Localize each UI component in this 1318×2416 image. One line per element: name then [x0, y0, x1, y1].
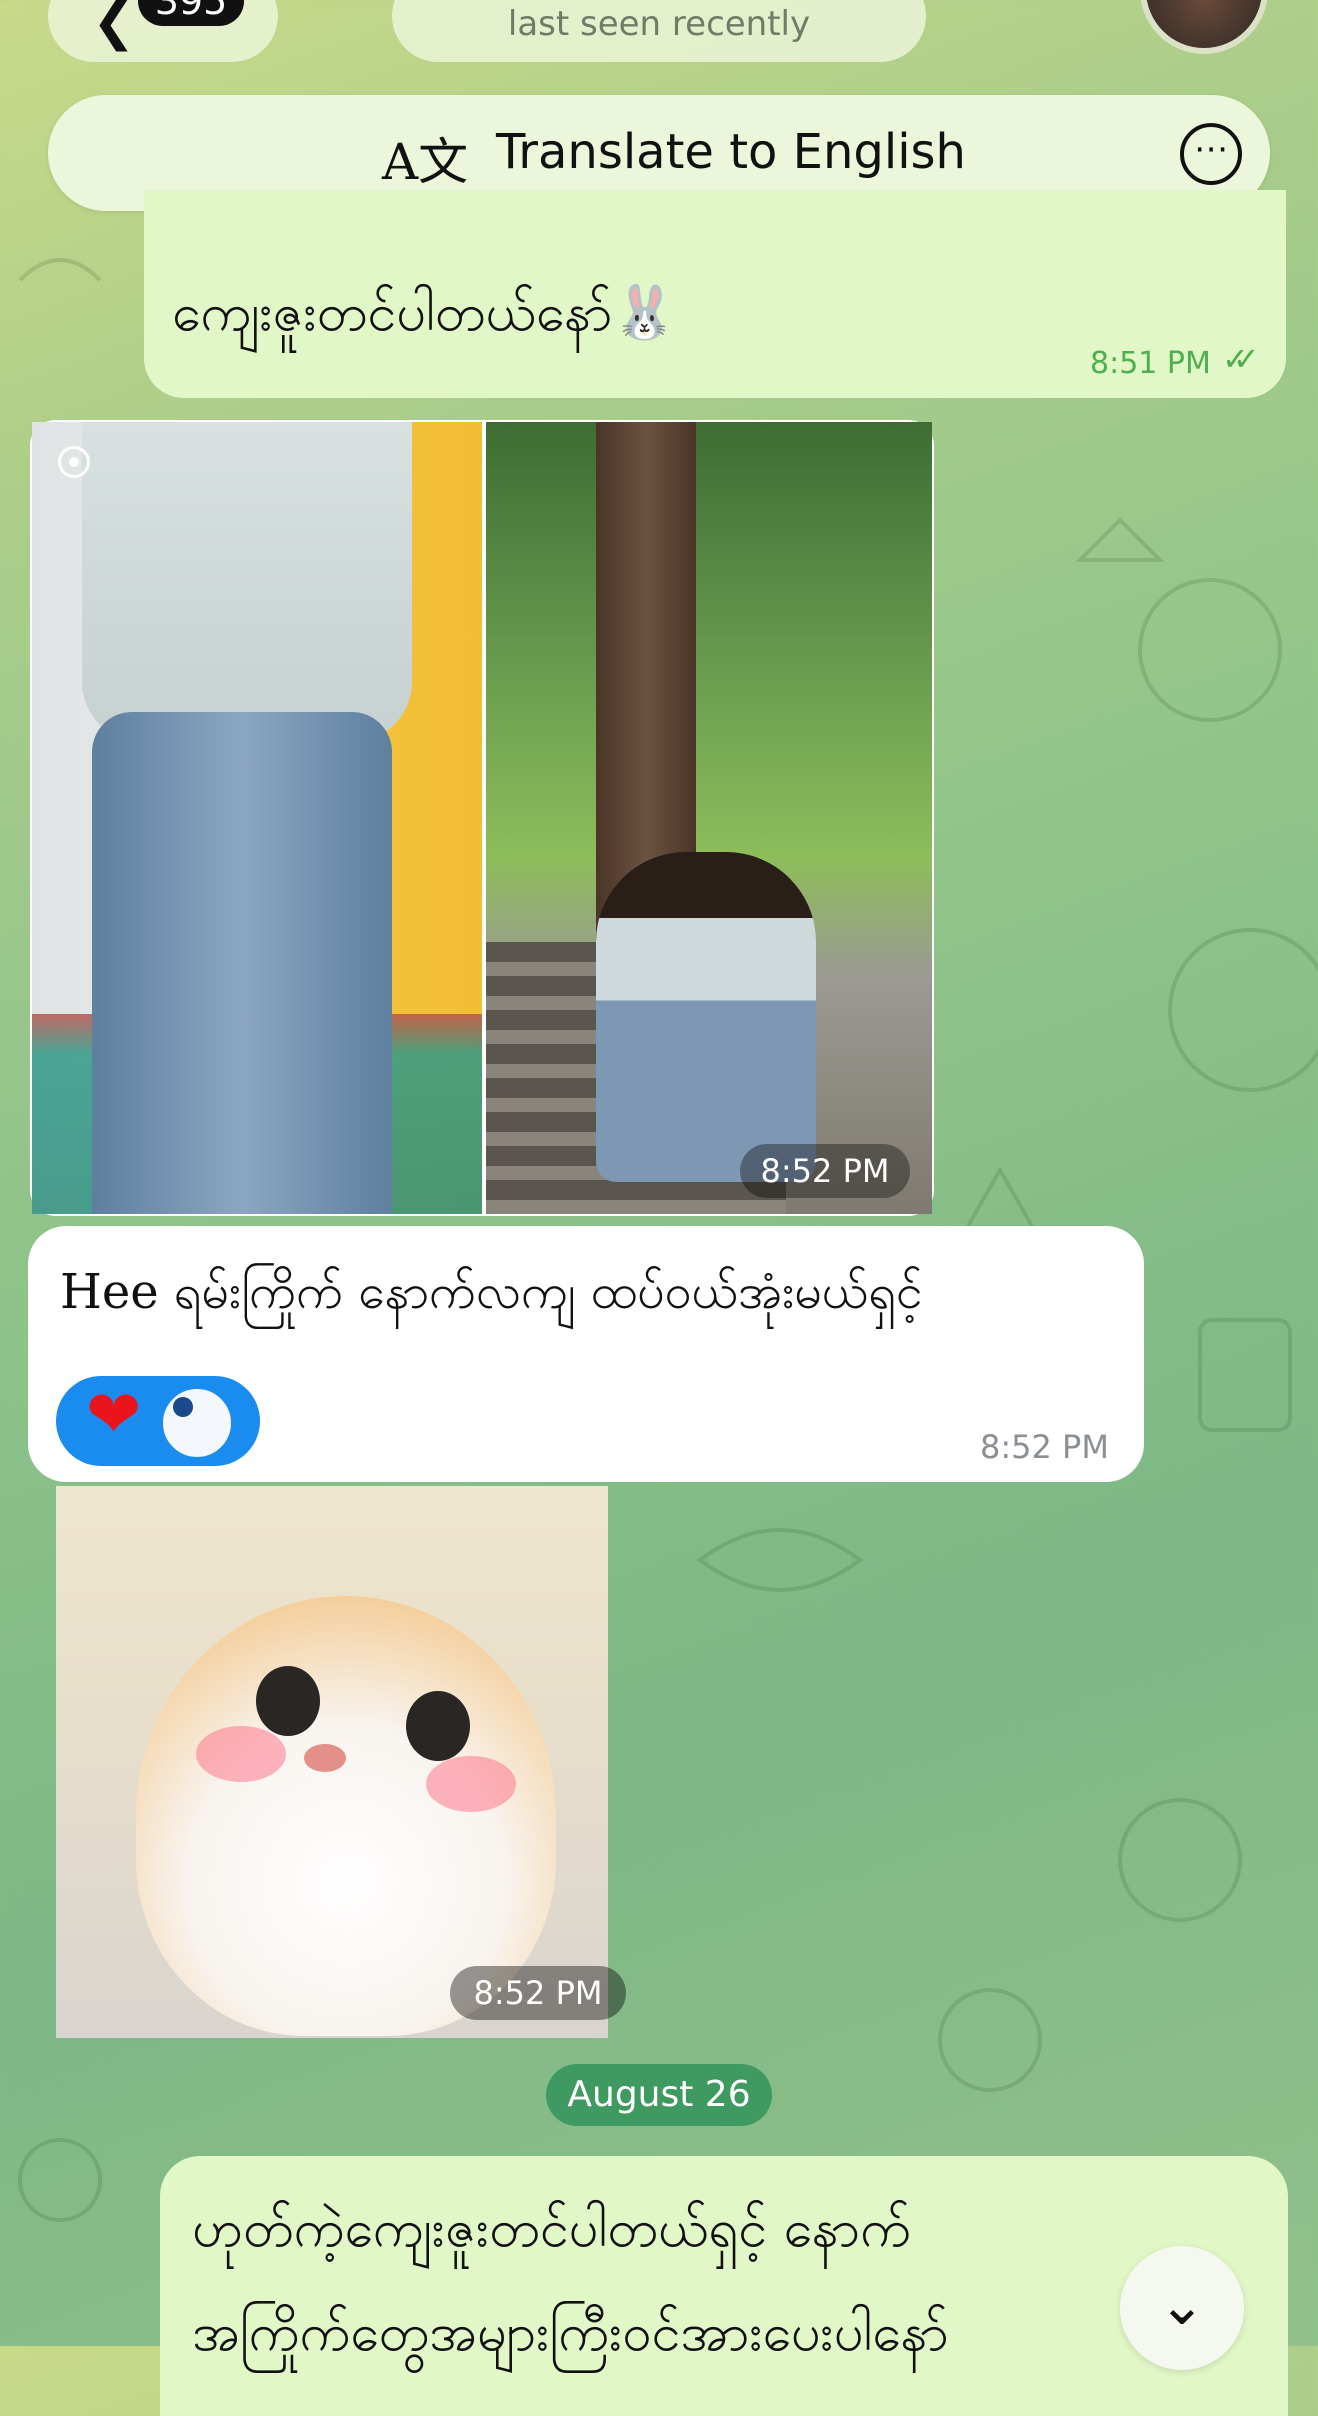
message-time: 8:52 PM — [980, 1428, 1109, 1466]
more-options-icon[interactable]: ⋯ — [1180, 123, 1242, 185]
album-photo-1[interactable] — [32, 422, 482, 1214]
date-separator: August 26 — [546, 2064, 772, 2126]
album-photo-2[interactable] — [486, 422, 932, 1214]
translate-icon: A文 — [382, 133, 469, 191]
scroll-down-icon[interactable]: ⌄ — [1120, 2246, 1244, 2370]
heart-icon: ❤ — [86, 1376, 142, 1453]
translate-label[interactable]: Translate to English — [496, 124, 966, 180]
contact-avatar[interactable] — [1140, 0, 1268, 54]
message-text: Hee ရမ်းကြိုက် နောက်လကျ ထပ်ဝယ်အုံးမယ်ရှင… — [60, 1264, 923, 1320]
message-text: ကျေးဇူးတင်ပါတယ်နော်🐰 — [172, 283, 678, 343]
unread-count-badge: 395 — [138, 0, 244, 26]
message-time: 8:52 PM — [450, 1966, 626, 2020]
outgoing-message-bubble[interactable] — [160, 2156, 1288, 2416]
chevron-left-icon: ❮ — [92, 0, 136, 52]
last-seen-status: last seen recently — [507, 4, 811, 44]
reactor-avatar — [160, 1386, 234, 1460]
message-text-line-1: ဟုတ်ကဲ့ကျေးဇူးတင်ပါတယ်ရှင့် နောက် — [192, 2199, 911, 2259]
message-time: 8:52 PM — [740, 1144, 910, 1198]
message-text-line-2: အကြိုက်တွေအများကြီးဝင်အားပေးပါနော် — [192, 2303, 949, 2363]
double-check-icon: ✓✓ — [1222, 340, 1259, 378]
cat-sticker[interactable] — [56, 1486, 608, 2038]
live-photo-icon — [58, 446, 90, 478]
message-time: 8:51 PM — [1090, 346, 1211, 381]
